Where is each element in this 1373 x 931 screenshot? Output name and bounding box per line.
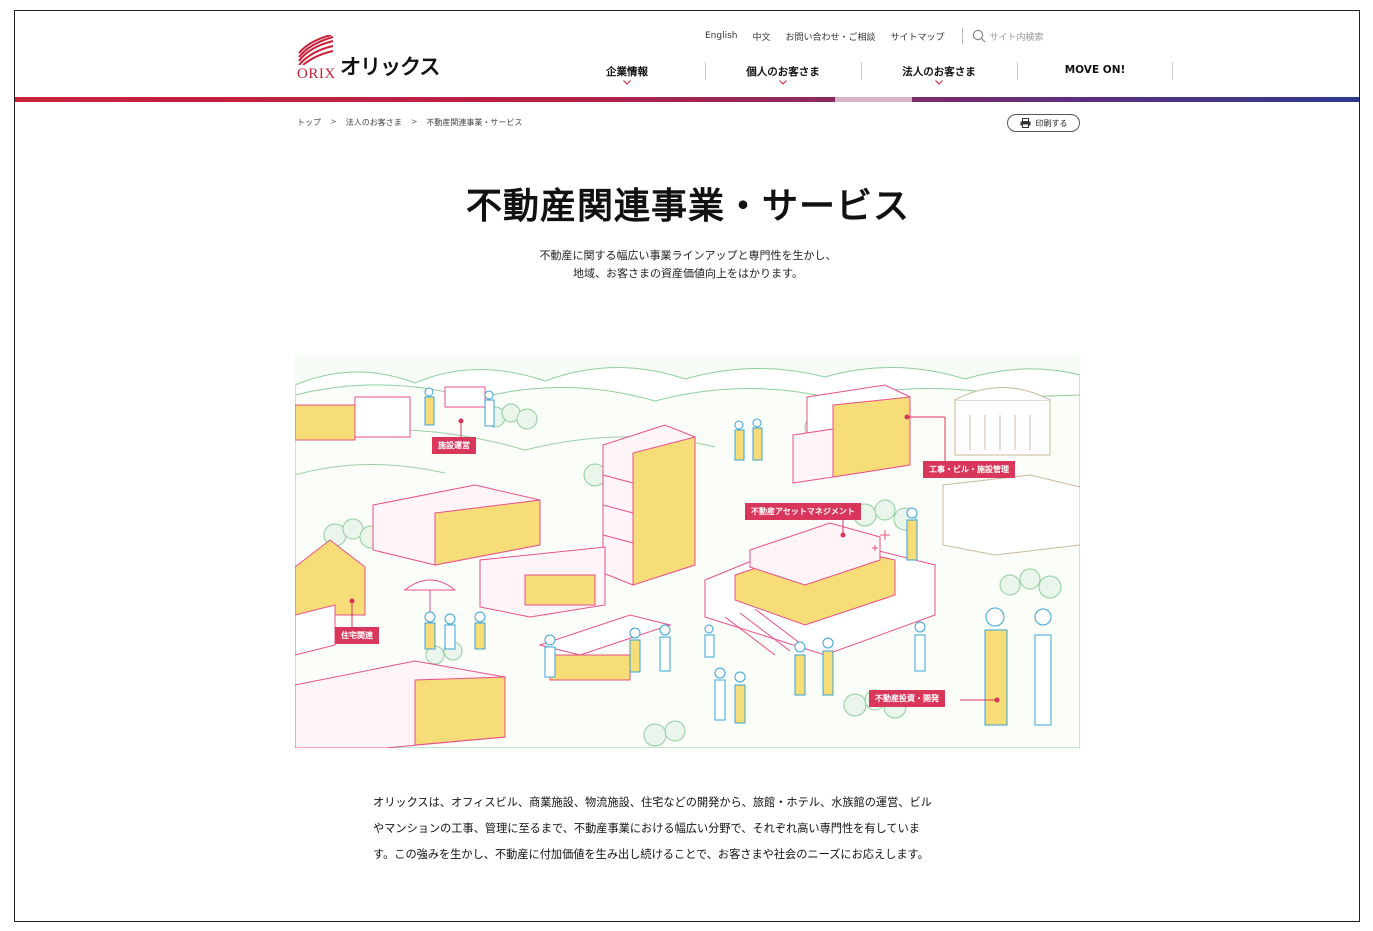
site-search[interactable]: サイト内検索	[972, 29, 1044, 43]
tag-construction-building-management: 工事・ビル・施設管理	[923, 461, 1015, 478]
logo-text-kana: オリックス	[340, 55, 440, 79]
chevron-down-icon	[623, 80, 631, 85]
description-line: やマンションの工事、管理に至るまで、不動産事業における幅広い分野で、それぞれ高い…	[373, 822, 920, 835]
logo-text-latin: ORIX	[297, 66, 336, 82]
page-title: 不動産関連事業・サービス	[465, 186, 910, 227]
description-line: す。この強みを生かし、不動産に付加価値を生み出し続けることで、お客さまや社会のニ…	[373, 848, 929, 861]
breadcrumb-separator: >	[410, 117, 418, 126]
chevron-down-icon	[779, 80, 787, 85]
orix-logo[interactable]: ORIX オリックス	[297, 35, 447, 91]
tag-investment-development: 不動産投資・開発	[869, 690, 945, 707]
printer-icon	[1020, 118, 1030, 128]
link-sitemap[interactable]: サイトマップ	[891, 30, 945, 43]
gnav-label: 法人のお客さま	[902, 66, 976, 78]
description-text: オリックスは、オフィスビル、商業施設、物流施設、住宅などの開発から、旅館・ホテル…	[373, 790, 1013, 868]
real-estate-illustration: 施設運営 工事・ビル・施設管理 不動産アセットマネジメント 住宅関連 不動産投資…	[295, 355, 1080, 748]
gnav-move-on[interactable]: MOVE ON!	[1017, 61, 1173, 85]
breadcrumb: トップ > 法人のお客さま > 不動産関連事業・サービス	[297, 117, 531, 128]
gnav-label: 企業情報	[606, 66, 648, 78]
lead-line: 不動産に関する幅広い事業ラインアップと専門性を生かし、	[539, 249, 837, 262]
town-illustration-image	[295, 355, 1080, 748]
current-nav-indicator	[835, 97, 912, 102]
utility-divider	[961, 28, 963, 44]
utility-nav: English 中文 お問い合わせ・ご相談 サイトマップ サイト内検索	[705, 28, 1044, 44]
chevron-down-icon	[935, 80, 943, 85]
orix-logo-mark-icon	[298, 35, 334, 65]
tag-facility-operation: 施設運営	[432, 437, 476, 454]
gnav-individual[interactable]: 個人のお客さま	[705, 61, 861, 85]
search-icon	[972, 29, 985, 43]
gnav-corporate-customers[interactable]: 法人のお客さま	[861, 61, 1017, 85]
gnav-corporate-info[interactable]: 企業情報	[549, 61, 705, 85]
tag-housing: 住宅関連	[335, 627, 379, 644]
breadcrumb-item-current: 不動産関連事業・サービス	[426, 118, 523, 127]
link-english[interactable]: English	[705, 31, 738, 41]
lead-line: 地域、お客さまの資産価値向上をはかります。	[573, 267, 803, 280]
header-color-bar	[15, 97, 1359, 102]
print-button[interactable]: 印刷する	[1007, 114, 1080, 132]
print-button-label: 印刷する	[1035, 118, 1068, 128]
page-lead: 不動産に関する幅広い事業ラインアップと専門性を生かし、 地域、お客さまの資産価値…	[15, 247, 1359, 283]
global-nav: 企業情報 個人のお客さま 法人のお客さま MOVE ON!	[549, 61, 1173, 85]
breadcrumb-separator: >	[330, 117, 337, 126]
breadcrumb-item-top[interactable]: トップ	[297, 117, 321, 128]
breadcrumb-item-corporate[interactable]: 法人のお客さま	[346, 117, 402, 128]
tag-asset-management: 不動産アセットマネジメント	[745, 503, 861, 520]
link-chinese[interactable]: 中文	[753, 30, 771, 43]
page-frame: ORIX オリックス English 中文 お問い合わせ・ご相談 サイトマップ …	[14, 10, 1360, 922]
link-contact[interactable]: お問い合わせ・ご相談	[786, 30, 876, 43]
description-line: オリックスは、オフィスビル、商業施設、物流施設、住宅などの開発から、旅館・ホテル…	[373, 796, 932, 809]
gnav-label: MOVE ON!	[1064, 64, 1126, 76]
search-placeholder: サイト内検索	[989, 32, 1044, 43]
gnav-label: 個人のお客さま	[746, 66, 820, 78]
